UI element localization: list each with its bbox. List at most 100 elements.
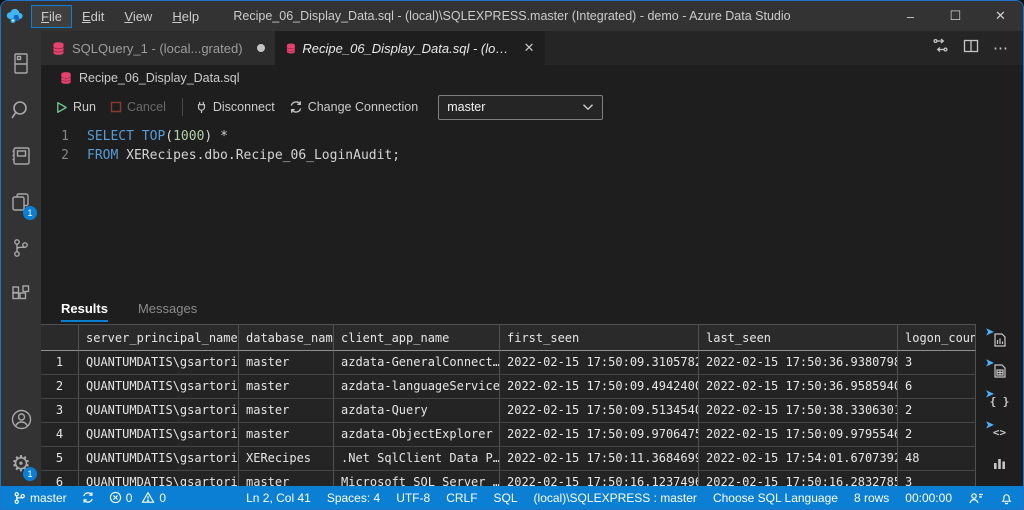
disconnect-button[interactable]: Disconnect <box>195 100 275 114</box>
table-cell[interactable]: 2 <box>898 399 976 423</box>
encoding[interactable]: UTF-8 <box>396 491 430 505</box>
column-header-logon_count[interactable]: logon_count <box>898 325 976 351</box>
table-cell[interactable]: master <box>239 351 334 375</box>
settings-gear-icon[interactable]: ⚙ 1 <box>1 442 41 486</box>
extensions-icon[interactable] <box>1 271 41 317</box>
sql-editor[interactable]: 1SELECT TOP(1000) *2FROM XERecipes.dbo.R… <box>41 123 1023 290</box>
table-cell[interactable]: azdata-languageService <box>334 375 500 399</box>
tab-recipe06[interactable]: Recipe_06_Display_Data.sql - (local...gr… <box>275 31 545 65</box>
table-row: 5QUANTUMDATIS\gsartoriXERecipes.Net SqlC… <box>41 447 976 471</box>
compare-icon[interactable] <box>932 37 949 59</box>
table-cell[interactable]: 2022-02-15 17:50:09.9795546 <box>699 423 898 447</box>
indentation[interactable]: Spaces: 4 <box>327 491 380 505</box>
table-cell[interactable]: .Net SqlClient Data P… <box>334 447 500 471</box>
menu-edit[interactable]: Edit <box>72 5 114 28</box>
search-icon[interactable] <box>1 87 41 133</box>
table-cell[interactable]: master <box>239 375 334 399</box>
tab-sqlquery1[interactable]: SQLQuery_1 - (local...grated) <box>41 31 275 65</box>
table-cell[interactable]: 2022-02-15 17:50:36.9585940 <box>699 375 898 399</box>
save-as-json-icon[interactable]: ➤{ } <box>990 392 1010 412</box>
row-count[interactable]: 8 rows <box>854 491 889 505</box>
connection-status[interactable]: (local)\SQLEXPRESS : master <box>534 491 697 505</box>
table-cell[interactable]: azdata-ObjectExplorer <box>334 423 500 447</box>
database-select[interactable]: master <box>438 95 603 120</box>
split-editor-icon[interactable] <box>963 38 979 59</box>
save-as-xml-icon[interactable]: ➤<> <box>990 423 1010 443</box>
more-actions-icon[interactable]: ⋯ <box>993 39 1009 57</box>
table-cell[interactable]: XERecipes <box>239 447 334 471</box>
maximize-button[interactable]: ☐ <box>933 1 978 31</box>
source-control-icon[interactable] <box>1 225 41 271</box>
column-header-client_app_name[interactable]: client_app_name <box>334 325 500 351</box>
row-number[interactable]: 4 <box>41 423 79 447</box>
close-button[interactable]: ✕ <box>978 1 1023 31</box>
notebooks-icon[interactable] <box>1 133 41 179</box>
table-cell[interactable]: master <box>239 399 334 423</box>
table-cell[interactable]: 2022-02-15 17:50:09.4942400 <box>500 375 699 399</box>
elapsed-time[interactable]: 00:00:00 <box>905 491 952 505</box>
minimize-button[interactable]: – <box>888 1 933 31</box>
code-line[interactable]: 2FROM XERecipes.dbo.Recipe_06_LoginAudit… <box>41 146 1023 165</box>
table-cell[interactable]: 2022-02-15 17:50:09.9706475 <box>500 423 699 447</box>
statusbar-right: Ln 2, Col 41 Spaces: 4 UTF-8 CRLF SQL (local)… <box>230 491 1013 505</box>
table-cell[interactable]: 2022-02-15 17:50:36.9380798 <box>699 351 898 375</box>
connections-icon[interactable] <box>1 41 41 87</box>
git-branch-status[interactable]: master <box>13 491 67 505</box>
warnings-icon <box>141 491 155 504</box>
table-cell[interactable]: 2 <box>898 423 976 447</box>
close-tab-icon[interactable]: ✕ <box>524 40 535 56</box>
table-cell[interactable]: 2022-02-15 17:54:01.6707392 <box>699 447 898 471</box>
table-cell[interactable]: QUANTUMDATIS\gsartori <box>79 423 239 447</box>
table-cell[interactable]: QUANTUMDATIS\gsartori <box>79 399 239 423</box>
sql-file-icon <box>59 71 73 85</box>
table-cell[interactable]: QUANTUMDATIS\gsartori <box>79 375 239 399</box>
choose-sql-language[interactable]: Choose SQL Language <box>713 491 838 505</box>
view-as-chart-icon[interactable] <box>990 454 1010 474</box>
cursor-position[interactable]: Ln 2, Col 41 <box>246 491 311 505</box>
app-logo-icon[interactable] <box>1 1 31 31</box>
tab-messages[interactable]: Messages <box>138 301 197 324</box>
column-header-server_principal_name[interactable]: server_principal_name <box>79 325 239 351</box>
account-icon[interactable] <box>1 396 41 442</box>
table-cell[interactable]: 6 <box>898 375 976 399</box>
table-cell[interactable]: azdata-Query <box>334 399 500 423</box>
table-cell[interactable]: 2022-02-15 17:50:09.3105782 <box>500 351 699 375</box>
breadcrumb[interactable]: Recipe_06_Display_Data.sql <box>41 65 1023 91</box>
language-mode[interactable]: SQL <box>494 491 518 505</box>
table-cell[interactable]: 2022-02-15 17:50:38.3306301 <box>699 399 898 423</box>
feedback-icon[interactable] <box>968 491 984 505</box>
dirty-indicator-icon[interactable] <box>257 44 265 52</box>
column-header-last_seen[interactable]: last_seen <box>699 325 898 351</box>
settings-badge: 1 <box>23 467 37 481</box>
problems-status[interactable]: 0 0 <box>109 491 166 505</box>
table-cell[interactable]: 3 <box>898 351 976 375</box>
change-connection-button[interactable]: Change Connection <box>289 100 419 114</box>
save-as-excel-icon[interactable]: ➤ <box>990 361 1010 381</box>
menu-file[interactable]: File <box>31 5 72 28</box>
table-cell[interactable]: 2022-02-15 17:50:09.5134540 <box>500 399 699 423</box>
table-cell[interactable]: QUANTUMDATIS\gsartori <box>79 447 239 471</box>
sync-status[interactable] <box>81 491 95 504</box>
table-cell[interactable]: QUANTUMDATIS\gsartori <box>79 351 239 375</box>
column-header-first_seen[interactable]: first_seen <box>500 325 699 351</box>
run-button[interactable]: Run <box>55 100 96 114</box>
tab-results[interactable]: Results <box>61 301 108 324</box>
explorer-copy-icon[interactable]: 1 <box>1 179 41 225</box>
cancel-button[interactable]: Cancel <box>110 100 166 114</box>
table-cell[interactable]: 2022-02-15 17:50:11.3684699 <box>500 447 699 471</box>
save-as-csv-icon[interactable]: ➤ <box>990 330 1010 350</box>
menu-view[interactable]: View <box>114 5 162 28</box>
table-cell[interactable]: 48 <box>898 447 976 471</box>
notifications-bell-icon[interactable] <box>1000 491 1013 505</box>
code-line[interactable]: 1SELECT TOP(1000) * <box>41 127 1023 146</box>
row-number[interactable]: 5 <box>41 447 79 471</box>
grid-corner-cell[interactable] <box>41 325 79 351</box>
menu-help[interactable]: Help <box>162 5 209 28</box>
table-cell[interactable]: azdata-GeneralConnect… <box>334 351 500 375</box>
table-cell[interactable]: master <box>239 423 334 447</box>
row-number[interactable]: 3 <box>41 399 79 423</box>
row-number[interactable]: 1 <box>41 351 79 375</box>
row-number[interactable]: 2 <box>41 375 79 399</box>
eol[interactable]: CRLF <box>446 491 477 505</box>
column-header-database_name[interactable]: database_name <box>239 325 334 351</box>
